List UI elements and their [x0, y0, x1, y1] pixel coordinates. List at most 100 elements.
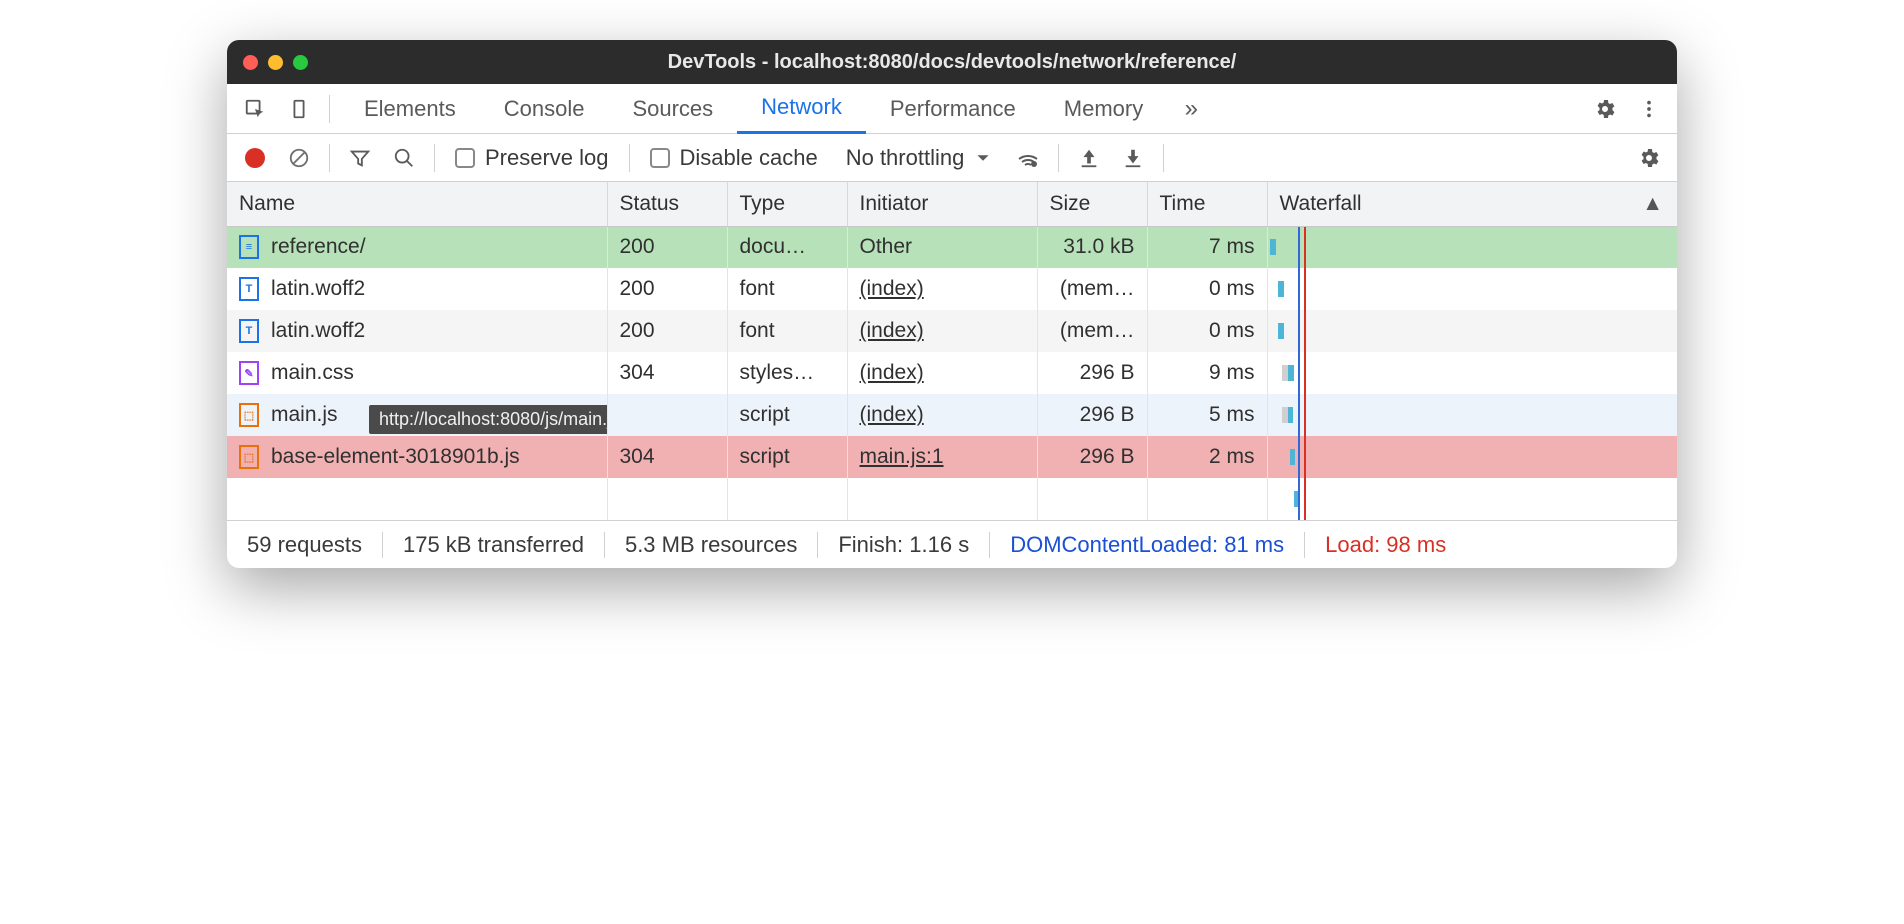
zoom-window-icon[interactable]: [293, 55, 308, 70]
traffic-lights: [243, 55, 308, 70]
column-time[interactable]: Time: [1147, 182, 1267, 226]
css-file-icon: ✎: [239, 361, 259, 385]
table-row[interactable]: ✎main.css304styles…(index)296 B9 ms: [227, 352, 1677, 394]
cell-type: styles…: [727, 352, 847, 394]
cell-waterfall: [1267, 394, 1677, 436]
divider: [434, 144, 435, 172]
cell-size: (mem…: [1037, 310, 1147, 352]
clear-icon[interactable]: [279, 138, 319, 178]
cell-waterfall: [1267, 352, 1677, 394]
table-row[interactable]: ⬚main.jshttp://localhost:8080/js/main.js…: [227, 394, 1677, 436]
table-row-empty: [227, 478, 1677, 520]
search-icon[interactable]: [384, 138, 424, 178]
cell-status: 304: [607, 352, 727, 394]
column-status[interactable]: Status: [607, 182, 727, 226]
window-title: DevTools - localhost:8080/docs/devtools/…: [227, 51, 1677, 74]
cell-status: 200: [607, 226, 727, 268]
sort-asc-icon: ▲: [1642, 192, 1663, 216]
status-bar: 59 requests 175 kB transferred 5.3 MB re…: [227, 520, 1677, 568]
network-conditions-icon[interactable]: [1008, 138, 1048, 178]
cell-status: 200: [607, 268, 727, 310]
settings-icon[interactable]: [1585, 89, 1625, 129]
device-toolbar-icon[interactable]: [279, 89, 319, 129]
cell-size: 296 B: [1037, 436, 1147, 478]
tab-console[interactable]: Console: [480, 84, 609, 134]
cell-type: script: [727, 436, 847, 478]
throttling-value: No throttling: [846, 145, 965, 171]
checkbox-icon: [650, 148, 670, 168]
cell-initiator[interactable]: (index): [847, 352, 1037, 394]
filter-icon[interactable]: [340, 138, 380, 178]
table-row[interactable]: Tlatin.woff2200font(index)(mem…0 ms: [227, 268, 1677, 310]
status-requests: 59 requests: [243, 532, 382, 558]
cell-type: font: [727, 268, 847, 310]
file-name: latin.woff2: [271, 277, 365, 301]
record-button[interactable]: [235, 138, 275, 178]
cell-waterfall: [1267, 436, 1677, 478]
column-name[interactable]: Name: [227, 182, 607, 226]
cell-time: 2 ms: [1147, 436, 1267, 478]
column-waterfall[interactable]: Waterfall▲: [1267, 182, 1677, 226]
cell-initiator[interactable]: (index): [847, 268, 1037, 310]
table-row[interactable]: ≡reference/200docu…Other31.0 kB7 ms: [227, 226, 1677, 268]
cell-time: 0 ms: [1147, 268, 1267, 310]
inspect-element-icon[interactable]: [235, 89, 275, 129]
js-file-icon: ⬚: [239, 403, 259, 427]
cell-size: 296 B: [1037, 394, 1147, 436]
cell-initiator[interactable]: (index): [847, 310, 1037, 352]
divider: [329, 144, 330, 172]
panel-settings-icon[interactable]: [1629, 138, 1669, 178]
divider: [1163, 144, 1164, 172]
preserve-log-label: Preserve log: [485, 145, 609, 171]
throttling-select[interactable]: No throttling: [832, 145, 1005, 171]
disable-cache-label: Disable cache: [680, 145, 818, 171]
tab-performance[interactable]: Performance: [866, 84, 1040, 134]
overflow-tabs-icon[interactable]: »: [1171, 89, 1211, 129]
cell-initiator[interactable]: (index): [847, 394, 1037, 436]
download-har-icon[interactable]: [1113, 138, 1153, 178]
tab-elements[interactable]: Elements: [340, 84, 480, 134]
panel-tabs: ElementsConsoleSourcesNetworkPerformance…: [340, 84, 1167, 134]
cell-waterfall: [1267, 268, 1677, 310]
file-name: base-element-3018901b.js: [271, 445, 520, 469]
file-name: reference/: [271, 235, 366, 259]
cell-size: 31.0 kB: [1037, 226, 1147, 268]
close-window-icon[interactable]: [243, 55, 258, 70]
status-finish: Finish: 1.16 s: [817, 532, 989, 558]
js-file-icon: ⬚: [239, 445, 259, 469]
cell-time: 9 ms: [1147, 352, 1267, 394]
panel-tabs-bar: ElementsConsoleSourcesNetworkPerformance…: [227, 84, 1677, 134]
divider: [629, 144, 630, 172]
file-name: main.css: [271, 361, 354, 385]
cell-type: docu…: [727, 226, 847, 268]
minimize-window-icon[interactable]: [268, 55, 283, 70]
more-icon[interactable]: [1629, 89, 1669, 129]
table-row[interactable]: Tlatin.woff2200font(index)(mem…0 ms: [227, 310, 1677, 352]
disable-cache-checkbox[interactable]: Disable cache: [640, 145, 828, 171]
cell-type: font: [727, 310, 847, 352]
divider: [1058, 144, 1059, 172]
cell-type: script: [727, 394, 847, 436]
tab-memory[interactable]: Memory: [1040, 84, 1167, 134]
column-size[interactable]: Size: [1037, 182, 1147, 226]
tab-sources[interactable]: Sources: [608, 84, 737, 134]
upload-har-icon[interactable]: [1069, 138, 1109, 178]
table-row[interactable]: ⬚ base-element-3018901b.js 304scriptmain.j…: [227, 436, 1677, 478]
chevron-down-icon: [976, 151, 990, 165]
network-table: Name Status Type Initiator Size Time Wat…: [227, 182, 1677, 520]
doc-file-icon: ≡: [239, 235, 259, 259]
network-toolbar: Preserve log Disable cache No throttling: [227, 134, 1677, 182]
cell-status: 304: [607, 436, 727, 478]
tab-network[interactable]: Network: [737, 84, 866, 134]
cell-initiator[interactable]: main.js:1: [847, 436, 1037, 478]
status-dcl: DOMContentLoaded: 81 ms: [989, 532, 1304, 558]
cell-waterfall: [1267, 310, 1677, 352]
column-initiator[interactable]: Initiator: [847, 182, 1037, 226]
divider: [329, 95, 330, 123]
preserve-log-checkbox[interactable]: Preserve log: [445, 145, 619, 171]
column-type[interactable]: Type: [727, 182, 847, 226]
cell-time: 7 ms: [1147, 226, 1267, 268]
cell-waterfall: [1267, 226, 1677, 268]
devtools-window: DevTools - localhost:8080/docs/devtools/…: [227, 40, 1677, 568]
status-resources: 5.3 MB resources: [604, 532, 817, 558]
